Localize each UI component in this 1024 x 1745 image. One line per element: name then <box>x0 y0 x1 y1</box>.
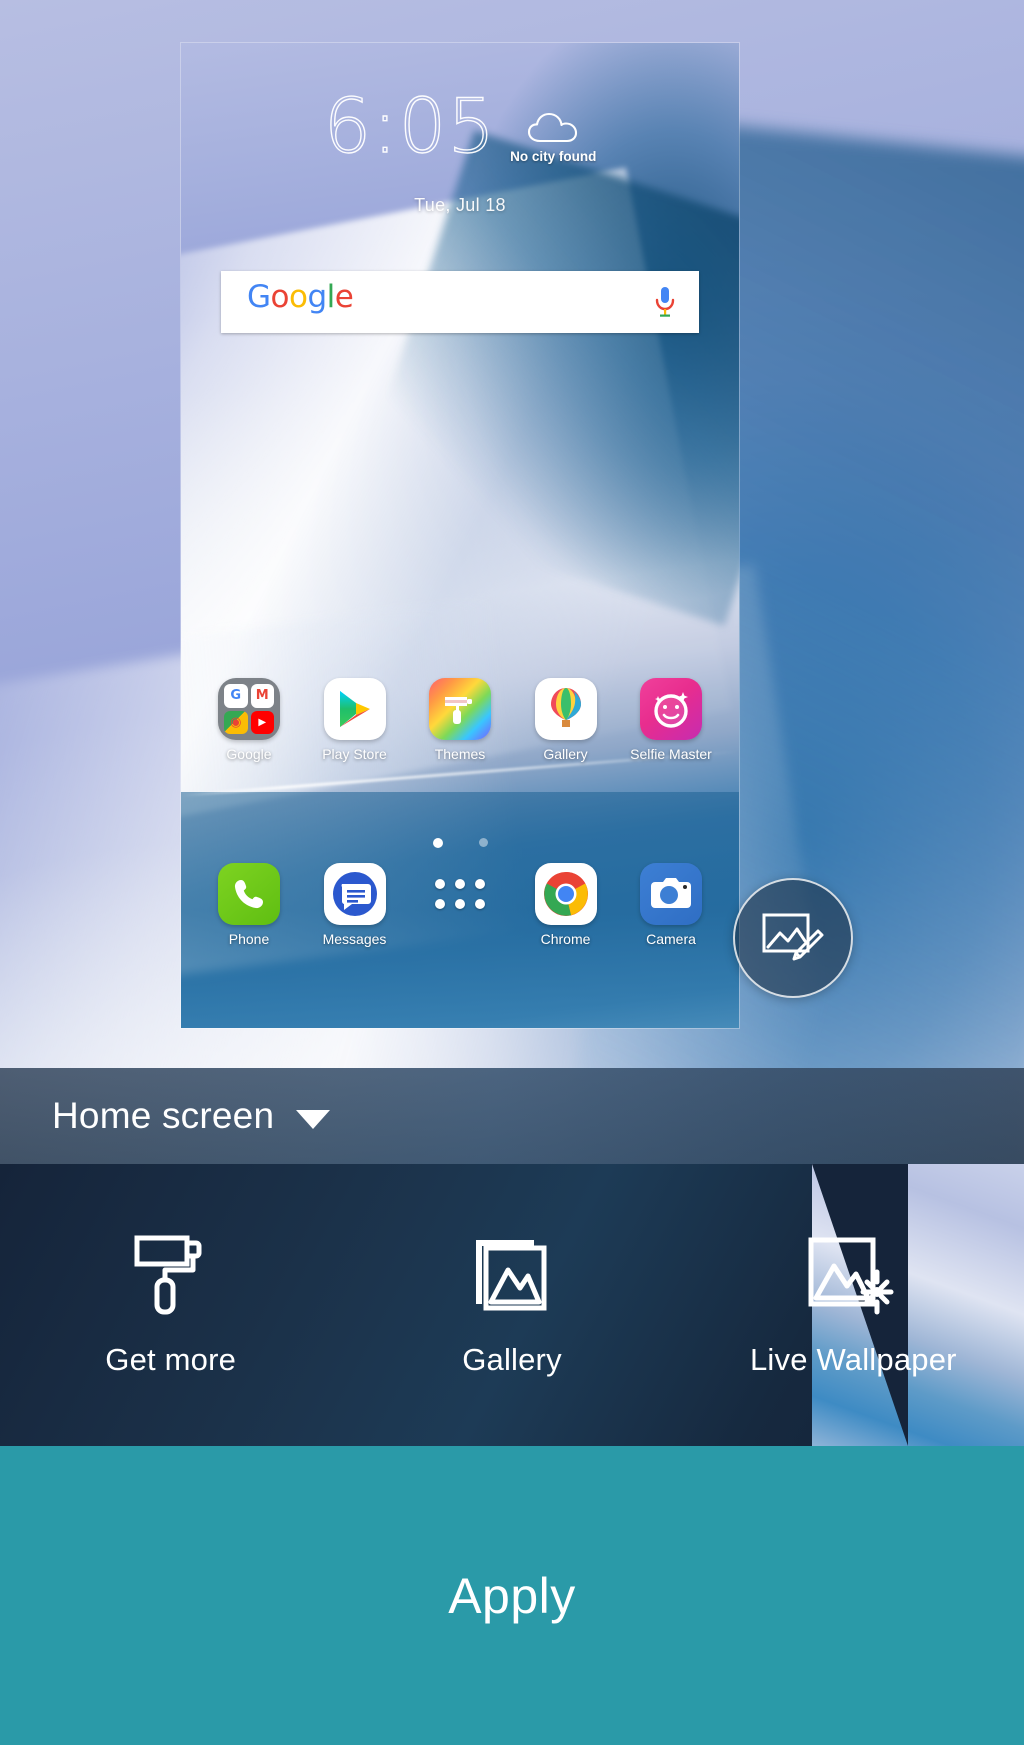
paint-roller-icon <box>125 1232 217 1316</box>
google-logo: Google <box>247 279 354 315</box>
app-label: Play Store <box>322 746 387 762</box>
app-label: Selfie Master <box>630 746 712 762</box>
app-gallery[interactable]: Gallery <box>520 678 612 763</box>
themes-paint-roller-icon <box>429 678 491 740</box>
mode-selector-label: Home screen <box>52 1095 275 1136</box>
page-indicator <box>181 838 739 848</box>
maps-icon: ◉ <box>224 710 248 734</box>
app-chrome[interactable]: Chrome <box>520 863 612 948</box>
app-drawer-grid-icon[interactable] <box>414 863 506 925</box>
microphone-icon[interactable] <box>653 285 677 319</box>
option-label: Get more <box>105 1342 237 1377</box>
gmail-icon: M <box>250 684 274 708</box>
app-label: Chrome <box>540 931 591 947</box>
clock-widget[interactable]: 6:05 No city found <box>181 82 739 170</box>
option-gallery[interactable]: Gallery <box>341 1232 682 1378</box>
edit-wallpaper-fab[interactable] <box>733 878 853 998</box>
google-g-icon: G <box>224 684 248 708</box>
chrome-icon <box>534 863 597 925</box>
app-selfie-master[interactable]: Selfie Master <box>625 678 717 763</box>
app-google-folder[interactable]: G M ◉ ▶ Google <box>203 678 295 763</box>
wallpaper-source-options: Get more Gallery Live Wallpaper <box>0 1164 1024 1446</box>
app-label: Google <box>226 746 272 762</box>
option-label: Live Wallpaper <box>749 1342 957 1377</box>
option-live-wallpaper[interactable]: Live Wallpaper <box>683 1232 1024 1378</box>
app-row-primary: G M ◉ ▶ Google Play Store Themes Gallery… <box>181 678 739 763</box>
option-get-more[interactable]: Get more <box>0 1232 341 1378</box>
page-dot[interactable] <box>478 838 488 847</box>
wallpaper-picker-screen: 6:05 No city found Tue, Jul 18 Google G … <box>0 0 1024 1745</box>
app-label: Themes <box>434 746 486 762</box>
apply-button[interactable]: Apply <box>0 1446 1024 1745</box>
apply-button-label: Apply <box>448 1567 576 1624</box>
clock-date: Tue, Jul 18 <box>414 195 506 215</box>
gallery-image-icon <box>464 1232 560 1316</box>
camera-icon <box>640 863 702 925</box>
play-store-icon <box>323 678 386 740</box>
google-folder-icon: G M ◉ ▶ <box>218 678 280 740</box>
screen-mode-selector[interactable]: Home screen <box>0 1068 1024 1164</box>
weather-widget[interactable]: No city found <box>510 111 596 164</box>
clock-time: 6:05 <box>323 82 497 170</box>
gallery-balloon-icon <box>534 678 597 740</box>
edit-image-icon <box>762 913 824 961</box>
selfie-master-icon <box>640 678 702 740</box>
phone-handset-icon <box>218 863 280 925</box>
app-play-store[interactable]: Play Store <box>309 678 401 763</box>
weather-city-label: No city found <box>510 149 597 164</box>
app-messages[interactable]: Messages <box>309 863 401 948</box>
dock-row: Phone Messages Chrome Camera <box>181 863 739 948</box>
app-drawer-button[interactable] <box>414 863 506 948</box>
messages-bubble-icon <box>323 863 386 925</box>
youtube-icon: ▶ <box>250 710 274 734</box>
cloud-icon <box>528 112 578 143</box>
app-label: Gallery <box>543 746 588 762</box>
app-label: Phone <box>228 931 270 947</box>
chevron-down-icon[interactable] <box>296 1109 331 1129</box>
app-label: Messages <box>322 931 387 947</box>
option-label: Gallery <box>462 1342 562 1377</box>
app-phone[interactable]: Phone <box>203 863 295 948</box>
page-dot-active[interactable] <box>432 838 443 848</box>
live-wallpaper-icon <box>801 1232 905 1316</box>
app-label: Camera <box>646 931 696 947</box>
app-themes[interactable]: Themes <box>414 678 506 763</box>
google-search-bar[interactable]: Google <box>221 271 699 333</box>
app-camera[interactable]: Camera <box>625 863 717 948</box>
home-screen-preview[interactable]: 6:05 No city found Tue, Jul 18 Google G … <box>181 43 739 1028</box>
